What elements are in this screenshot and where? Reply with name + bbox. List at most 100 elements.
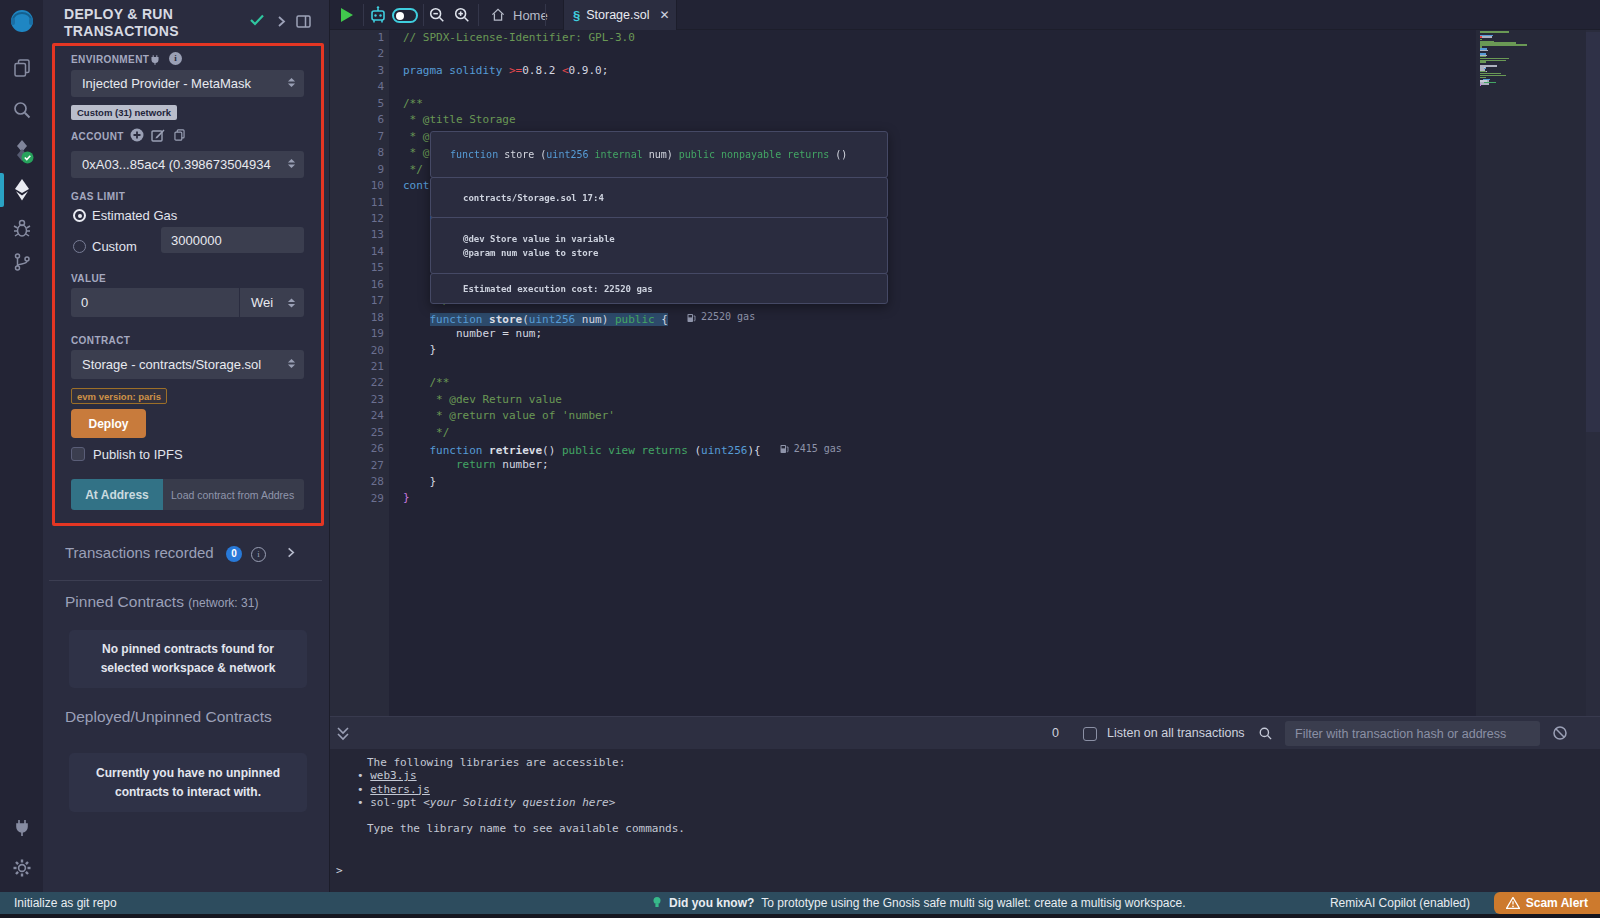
line-number: 28 [334,474,384,490]
plugin-manager-icon[interactable] [0,818,43,838]
line-number: 3 [334,63,384,79]
code-line: function retrieve() public view returns … [403,441,842,457]
deploy-run-icon[interactable] [0,178,43,202]
pin-panel-icon[interactable] [296,14,311,32]
code-line: * @title Storage [403,112,842,128]
updown-arrows-icon [287,76,296,91]
info-icon[interactable]: i [169,52,182,65]
line-number: 20 [334,343,384,359]
status-bar: Initialize as git repo Did you know? To … [0,892,1600,914]
publish-ipfs-label: Publish to IPFS [93,447,183,462]
collapse-terminal-icon[interactable] [336,726,350,746]
settings-gear-icon[interactable] [0,858,43,878]
line-number: 1 [334,30,384,46]
copy-account-icon[interactable] [173,128,186,146]
network-badge: Custom (31) network [71,105,177,120]
zoom-in-icon[interactable] [453,6,471,28]
account-label: ACCOUNT [71,131,124,142]
did-you-know-tip: Did you know? To prototype using the Gno… [652,892,1186,914]
transactions-expand-icon[interactable] [285,545,296,563]
add-account-icon[interactable] [130,128,144,146]
warning-icon [1506,897,1520,909]
zoom-out-icon[interactable] [428,6,446,28]
file-explorer-icon[interactable] [0,58,43,78]
remix-ai-robot-icon[interactable] [368,5,388,29]
panel-title: DEPLOY & RUN TRANSACTIONS [64,6,234,40]
line-number: 8 [334,145,384,161]
scrollbar-thumb [1586,32,1600,432]
copilot-status[interactable]: RemixAI Copilot (enabled) [1330,892,1470,914]
code-line: */ [403,425,842,441]
clear-terminal-icon[interactable] [1552,725,1568,745]
line-number: 18 [334,310,384,326]
line-number: 16 [334,277,384,293]
value-input[interactable] [71,288,239,317]
pinned-empty-message: No pinned contracts found for selected w… [69,630,307,688]
custom-gas-label: Custom [92,239,137,254]
line-number: 7 [334,129,384,145]
code-line [403,79,842,95]
search-icon[interactable] [0,100,43,120]
deploy-button[interactable]: Deploy [71,409,146,438]
main-area: Home § Storage.sol ✕ 1234567891011121314… [330,0,1600,892]
sign-message-icon[interactable] [151,128,165,146]
code-line: // SPDX-License-Identifier: GPL-3.0 [403,30,842,46]
tooltip-path: contracts/Storage.sol 17:4 [430,177,888,218]
publish-ipfs-checkbox[interactable] [71,447,85,465]
estimated-gas-label: Estimated Gas [92,208,177,223]
line-number: 24 [334,408,384,424]
line-number: 12 [334,211,384,227]
environment-select[interactable]: Injected Provider - MetaMask [71,70,304,97]
transactions-info-icon[interactable]: i [251,544,266,562]
line-number: 6 [334,112,384,128]
debugger-icon[interactable] [0,218,43,238]
code-editor[interactable]: 1234567891011121314151617181920212223242… [330,30,1600,716]
tab-storage-sol[interactable]: § Storage.sol ✕ [563,0,677,30]
evm-version-badge: evm version: paris [71,388,167,404]
account-select[interactable]: 0xA03...85ac4 (0.398673504934 [71,151,304,178]
git-repo-status[interactable]: Initialize as git repo [14,892,117,914]
line-number: 19 [334,326,384,342]
estimated-gas-radio[interactable] [73,208,86,226]
terminal[interactable]: The following libraries are accessible:•… [330,749,1600,892]
at-address-input[interactable] [163,479,304,510]
line-number: 25 [334,425,384,441]
line-number: 11 [334,195,384,211]
terminal-line: • ethers.js [330,783,1600,796]
at-address-button[interactable]: At Address [71,479,163,510]
code-line: function store(uint256 num) public {2252… [403,309,842,325]
custom-gas-radio[interactable] [73,239,86,257]
bottom-strip [0,914,1600,918]
remix-logo-icon[interactable] [0,7,43,37]
scam-alert-button[interactable]: Scam Alert [1494,892,1600,914]
code-line: /** [403,96,842,112]
close-tab-icon[interactable]: ✕ [659,8,669,22]
value-unit-select[interactable]: Wei [239,288,304,317]
terminal-line: • sol-gpt <your Solidity question here> [330,796,1600,809]
custom-gas-input[interactable] [161,227,304,253]
tab-home[interactable]: Home [478,0,560,30]
code-line: * @dev Return value [403,392,842,408]
run-script-icon[interactable] [341,8,353,22]
plug-icon[interactable] [149,52,161,70]
line-number: 15 [334,260,384,276]
remix-ide-window: DEPLOY & RUN TRANSACTIONS ENVIRONMENT i … [0,0,1600,918]
line-number: 22 [334,375,384,391]
terminal-line [330,809,1600,822]
git-icon[interactable] [0,252,43,272]
copilot-toggle[interactable] [392,8,418,23]
code-line: return number; [403,457,842,473]
solidity-compiler-icon[interactable] [0,139,43,164]
listen-transactions-checkbox[interactable] [1083,727,1097,741]
minimap[interactable] [1476,30,1586,716]
contract-select[interactable]: Storage - contracts/Storage.sol [71,350,304,379]
terminal-link[interactable]: ethers.js [370,783,430,796]
code-line: pragma solidity >=0.8.2 <0.9.0; [403,63,842,79]
code-line [403,46,842,62]
gas-estimate-widget: 2415 gas [780,441,842,457]
chevron-right-icon[interactable] [275,14,287,32]
terminal-link[interactable]: web3.js [370,769,416,782]
hover-tooltip: function store (uint256 internal num) pu… [430,132,888,304]
filter-transactions-input[interactable] [1285,721,1540,746]
contract-label: CONTRACT [71,335,130,346]
